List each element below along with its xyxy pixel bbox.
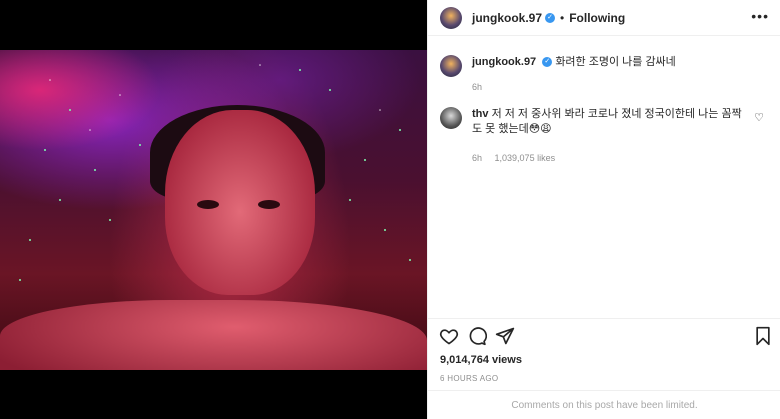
caption-body: jungkook.97 ✓ 화려한 조명이 나를 감싸네 6h [472,55,742,95]
post-timestamp[interactable]: 6 HOURS AGO [440,374,498,383]
post-header: jungkook.97 ✓ • Following ••• [428,0,780,36]
comment-avatar[interactable] [440,107,462,129]
comment-meta: 6h 1,039,075 likes [472,151,742,166]
comment-text: 저 저 저 중사위 봐라 코로나 졌네 정국이한테 나는 꼼짝도 못 했는데😳😩 [472,108,742,135]
avatar[interactable] [440,6,462,29]
comment-time[interactable]: 6h [472,153,482,163]
verified-badge-icon: ✓ [542,57,553,68]
caption-meta: 6h [472,80,742,95]
comments-limited-notice: Comments on this post have been limited. [428,390,780,419]
bookmark-icon[interactable] [753,326,773,346]
caption-row: jungkook.97 ✓ 화려한 조명이 나를 감싸네 6h [440,55,770,95]
header-separator: • [560,10,565,25]
heart-icon[interactable] [439,326,459,346]
caption-username[interactable]: jungkook.97 [472,56,536,68]
verified-badge-icon: ✓ [545,12,556,23]
arms-shape [0,300,427,370]
comment-icon[interactable] [467,326,487,346]
caption-avatar[interactable] [440,55,462,77]
comment-body: thv 저 저 저 중사위 봐라 코로나 졌네 정국이한테 나는 꼼짝도 못 했… [472,107,742,166]
face-shape [165,110,315,295]
more-options-icon[interactable]: ••• [751,8,769,24]
post-photo[interactable] [0,50,427,370]
right-eye [258,200,280,209]
view-count[interactable]: 9,014,764 views [440,354,522,366]
post-details-panel: jungkook.97 ✓ • Following ••• jungkook.9… [427,0,780,419]
left-eye [197,200,219,209]
small-heart-icon[interactable]: ♡ [754,111,764,124]
caption-text: 화려한 조명이 나를 감싸네 [555,56,676,68]
post-media-area [0,0,427,419]
comment-likes[interactable]: 1,039,075 likes [495,153,556,163]
following-button[interactable]: Following [569,11,625,25]
comment-row: thv 저 저 저 중사위 봐라 코로나 졌네 정국이한테 나는 꼼짝도 못 했… [440,107,770,166]
comment-username[interactable]: thv [472,108,489,120]
share-icon[interactable] [495,326,515,346]
header-username[interactable]: jungkook.97 [472,11,542,25]
caption-time[interactable]: 6h [472,82,482,92]
action-bar [428,318,780,350]
